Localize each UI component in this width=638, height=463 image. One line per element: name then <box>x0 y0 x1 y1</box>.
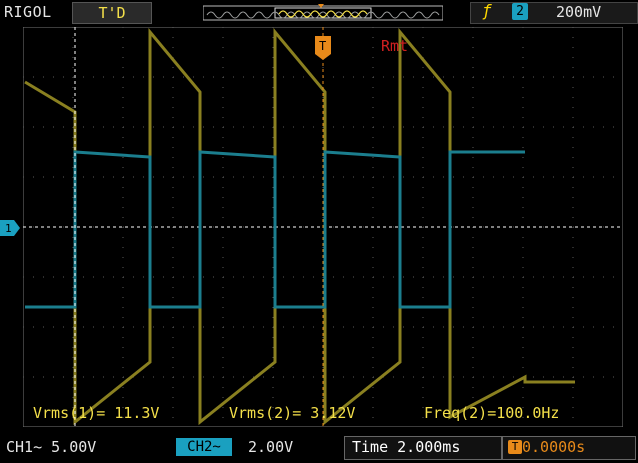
remote-mode-label: Rmt <box>381 37 408 55</box>
ch2-scale-readout[interactable]: 2.00V <box>248 438 293 456</box>
channel-ground-marker: 1 <box>5 222 12 235</box>
measurement-freq-ch2: Freq(2)=100.0Hz <box>424 404 560 422</box>
trigger-offset-icon: T <box>508 440 522 454</box>
waveform-display[interactable]: Rmt <box>23 27 623 427</box>
trigger-position-marker[interactable]: T <box>313 36 333 60</box>
ch2-channel-badge[interactable]: CH2~ <box>176 438 232 456</box>
measurement-vrms-ch2: Vrms(2)= 3.12V <box>229 404 356 422</box>
timebase-readout: Time 2.000ms <box>352 438 461 456</box>
trigger-marker-label: T <box>319 39 326 53</box>
run-status-badge[interactable]: T'D <box>72 2 152 24</box>
brand-label: RIGOL <box>4 3 52 21</box>
trigger-source-badge: 2 <box>512 3 528 20</box>
trigger-settings-box[interactable] <box>470 2 638 24</box>
rising-edge-icon: ƒ <box>482 1 492 20</box>
memory-depth-indicator[interactable] <box>203 4 443 22</box>
trigger-level-readout: 200mV <box>556 3 602 21</box>
trigger-offset-readout: 0.0000s <box>522 438 586 456</box>
top-status-bar: RIGOL T'D ƒ 2 200mV <box>0 0 638 26</box>
ch1-scale-readout[interactable]: CH1~ 5.00V <box>6 438 96 456</box>
measurement-vrms-ch1: Vrms(1)= 11.3V <box>33 404 160 422</box>
ground-marker-left[interactable]: 1 <box>0 220 22 236</box>
